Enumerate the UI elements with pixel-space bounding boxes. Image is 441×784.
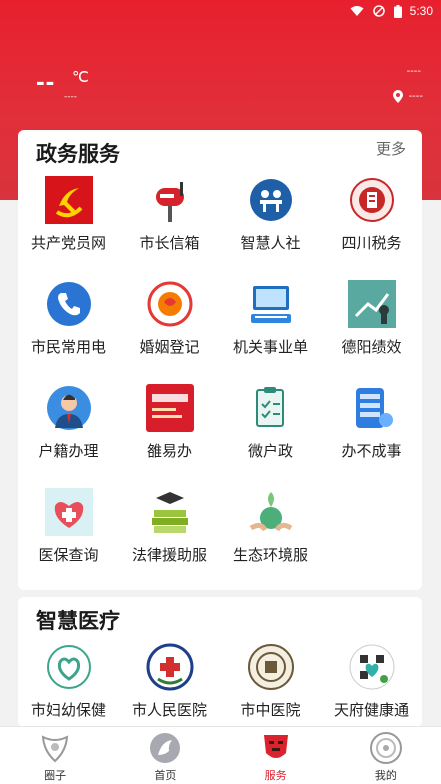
service-label: 共产党员网	[30, 234, 106, 252]
service-item-institution[interactable]: 机关事业单	[220, 280, 321, 384]
tab-label: 圈子	[44, 769, 67, 782]
location-text: ----	[408, 91, 423, 102]
service-label: 四川税务	[341, 234, 402, 252]
smart-medical-grid: 市妇幼保健 市人民医院 市中医院 天府健康通	[18, 643, 422, 723]
service-label: 法律援助服	[131, 546, 207, 564]
profile-tab-icon	[369, 731, 403, 765]
medical-label: 天府健康通	[333, 701, 409, 719]
service-item-complaint[interactable]: 办不成事	[321, 384, 422, 488]
temperature-value: --	[36, 66, 56, 96]
medical-item-maternal[interactable]: 市妇幼保健	[18, 643, 119, 723]
performance-icon	[347, 280, 396, 328]
peoples-hospital-icon	[146, 643, 194, 691]
tab-label: 首页	[154, 769, 177, 782]
marriage-icon	[146, 280, 194, 328]
home-tab-icon	[148, 731, 182, 765]
location-pin-icon	[392, 90, 403, 103]
clock: 5:30	[409, 4, 433, 18]
weather-info: ----	[406, 66, 421, 77]
tab-circle[interactable]: 圈子	[0, 727, 110, 784]
wifi-icon	[350, 6, 364, 16]
temperature-unit: ℃	[72, 69, 89, 86]
yiban-icon	[145, 384, 194, 432]
service-item-marriage[interactable]: 婚姻登记	[119, 280, 220, 384]
medical-label: 市妇幼保健	[30, 701, 106, 719]
service-label: 德阳绩效	[341, 338, 402, 356]
bottom-tab-bar: 圈子 首页 服务 我的	[0, 726, 441, 784]
service-item-tax[interactable]: 四川税务	[321, 176, 422, 280]
section-title: 政务服务	[36, 142, 120, 166]
health-qr-icon	[348, 643, 396, 691]
service-tab-icon	[259, 731, 293, 765]
tax-icon	[348, 176, 396, 224]
service-item-household[interactable]: 户籍办理	[18, 384, 119, 488]
service-label: 机关事业单	[232, 338, 308, 356]
service-label: 婚姻登记	[139, 338, 200, 356]
service-label: 生态环境服	[232, 546, 308, 564]
medical-label: 市人民医院	[131, 701, 207, 719]
service-label: 户籍办理	[38, 442, 99, 460]
service-label: 市长信箱	[139, 234, 200, 252]
medical-item-peoples-hospital[interactable]: 市人民医院	[119, 643, 220, 723]
medical-item-tianfu-health[interactable]: 天府健康通	[321, 643, 422, 723]
tab-home[interactable]: 首页	[110, 727, 220, 784]
section-title: 智慧医疗	[36, 609, 120, 633]
medical-label: 市中医院	[240, 701, 301, 719]
status-bar: 5:30	[0, 0, 441, 24]
form-icon	[348, 384, 396, 432]
tcm-hospital-icon	[247, 643, 295, 691]
service-label: 雒易办	[146, 442, 192, 460]
location-row[interactable]: ----	[392, 90, 423, 103]
service-label: 市民常用电	[30, 338, 106, 356]
tab-label: 我的	[374, 769, 397, 782]
party-emblem-icon	[44, 176, 93, 224]
tab-profile[interactable]: 我的	[331, 727, 441, 784]
clipboard-icon	[247, 384, 295, 432]
gov-services-grid: 共产党员网 市长信箱 智慧人社 四川税务 市民常用电 婚姻登记 机关事业单 德阳…	[18, 176, 422, 592]
service-item-medical-insurance[interactable]: 医保查询	[18, 488, 119, 592]
medical-item-tcm[interactable]: 市中医院	[220, 643, 321, 723]
circle-tab-icon	[38, 731, 72, 765]
service-label: 办不成事	[341, 442, 402, 460]
no-sim-icon	[372, 5, 385, 17]
battery-icon	[393, 4, 402, 18]
tab-label: 服务	[264, 769, 287, 782]
service-item-party[interactable]: 共产党员网	[18, 176, 119, 280]
maternal-hospital-icon	[45, 643, 93, 691]
smart-medical-card: 智慧医疗 市妇幼保健 市人民医院 市中医院 天府健康通	[18, 597, 422, 727]
medical-insurance-icon	[44, 488, 93, 536]
mailbox-icon	[146, 176, 194, 224]
weather-temperature: -- ℃	[36, 66, 89, 97]
service-item-performance[interactable]: 德阳绩效	[321, 280, 422, 384]
eco-globe-icon	[247, 488, 295, 536]
service-item-mayor-mailbox[interactable]: 市长信箱	[119, 176, 220, 280]
service-label: 智慧人社	[240, 234, 301, 252]
service-item-ecology[interactable]: 生态环境服	[220, 488, 321, 592]
person-icon	[45, 384, 93, 432]
service-label: 微户政	[247, 442, 293, 460]
gov-services-card: 政务服务 更多 共产党员网 市长信箱 智慧人社 四川税务 市民常用电 婚姻登记 …	[18, 130, 422, 590]
service-item-hr[interactable]: 智慧人社	[220, 176, 321, 280]
service-item-yiban[interactable]: 雒易办	[119, 384, 220, 488]
phone-icon	[45, 280, 93, 328]
service-item-legal-aid[interactable]: 法律援助服	[119, 488, 220, 592]
law-books-icon	[146, 488, 194, 536]
social-security-icon	[247, 176, 295, 224]
computer-icon	[247, 280, 295, 328]
service-item-hotline[interactable]: 市民常用电	[18, 280, 119, 384]
more-link[interactable]: 更多	[376, 138, 406, 159]
weather-description: ----	[64, 92, 77, 102]
service-item-micro-household[interactable]: 微户政	[220, 384, 321, 488]
tab-service[interactable]: 服务	[221, 727, 331, 784]
service-label: 医保查询	[38, 546, 99, 564]
